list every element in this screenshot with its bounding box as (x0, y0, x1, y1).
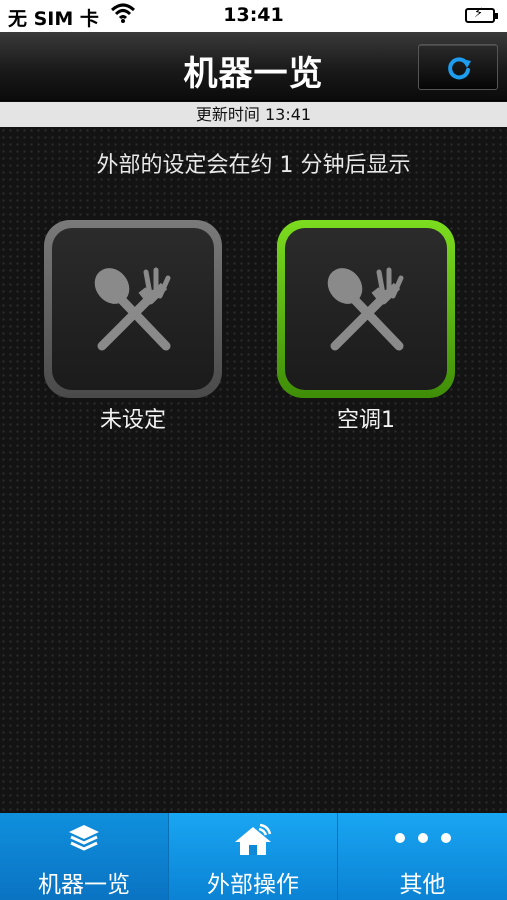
tab-other[interactable]: 其他 (338, 813, 507, 900)
device-tile-unset[interactable] (44, 220, 222, 398)
tab-device-list[interactable]: 机器一览 (0, 813, 169, 900)
device-list-area: 外部的设定会在约 1 分钟后显示 未设定 空调1 (0, 127, 507, 813)
more-dots-icon (338, 823, 507, 859)
device-label: 空调1 (337, 408, 395, 433)
bottom-tab-bar: 机器一览 外部操作 其他 (0, 813, 507, 900)
tab-label: 外部操作 (207, 872, 299, 898)
update-time-text: 更新时间 13:41 (195, 105, 312, 124)
device-tile-aircon-1[interactable] (277, 220, 455, 398)
refresh-button[interactable] (418, 44, 498, 90)
battery-icon: ⚡ (465, 6, 498, 23)
utensils-icon (94, 267, 171, 351)
refresh-icon (448, 57, 471, 80)
status-clock: 13:41 (223, 4, 284, 26)
update-time-strip: 更新时间 13:41 (0, 102, 507, 127)
tab-label: 其他 (399, 872, 446, 898)
title-bar: 机器一览 (0, 32, 507, 101)
device-label: 未设定 (99, 408, 166, 433)
utensils-icon (327, 267, 404, 351)
status-bar: 无 SIM 卡 13:41 ⚡ (0, 0, 507, 32)
tab-label: 机器一览 (38, 872, 130, 898)
notice-text: 外部的设定会在约 1 分钟后显示 (96, 153, 411, 178)
tab-external-control[interactable]: 外部操作 (169, 813, 338, 900)
layers-icon (0, 823, 168, 859)
home-wifi-icon (169, 823, 337, 859)
